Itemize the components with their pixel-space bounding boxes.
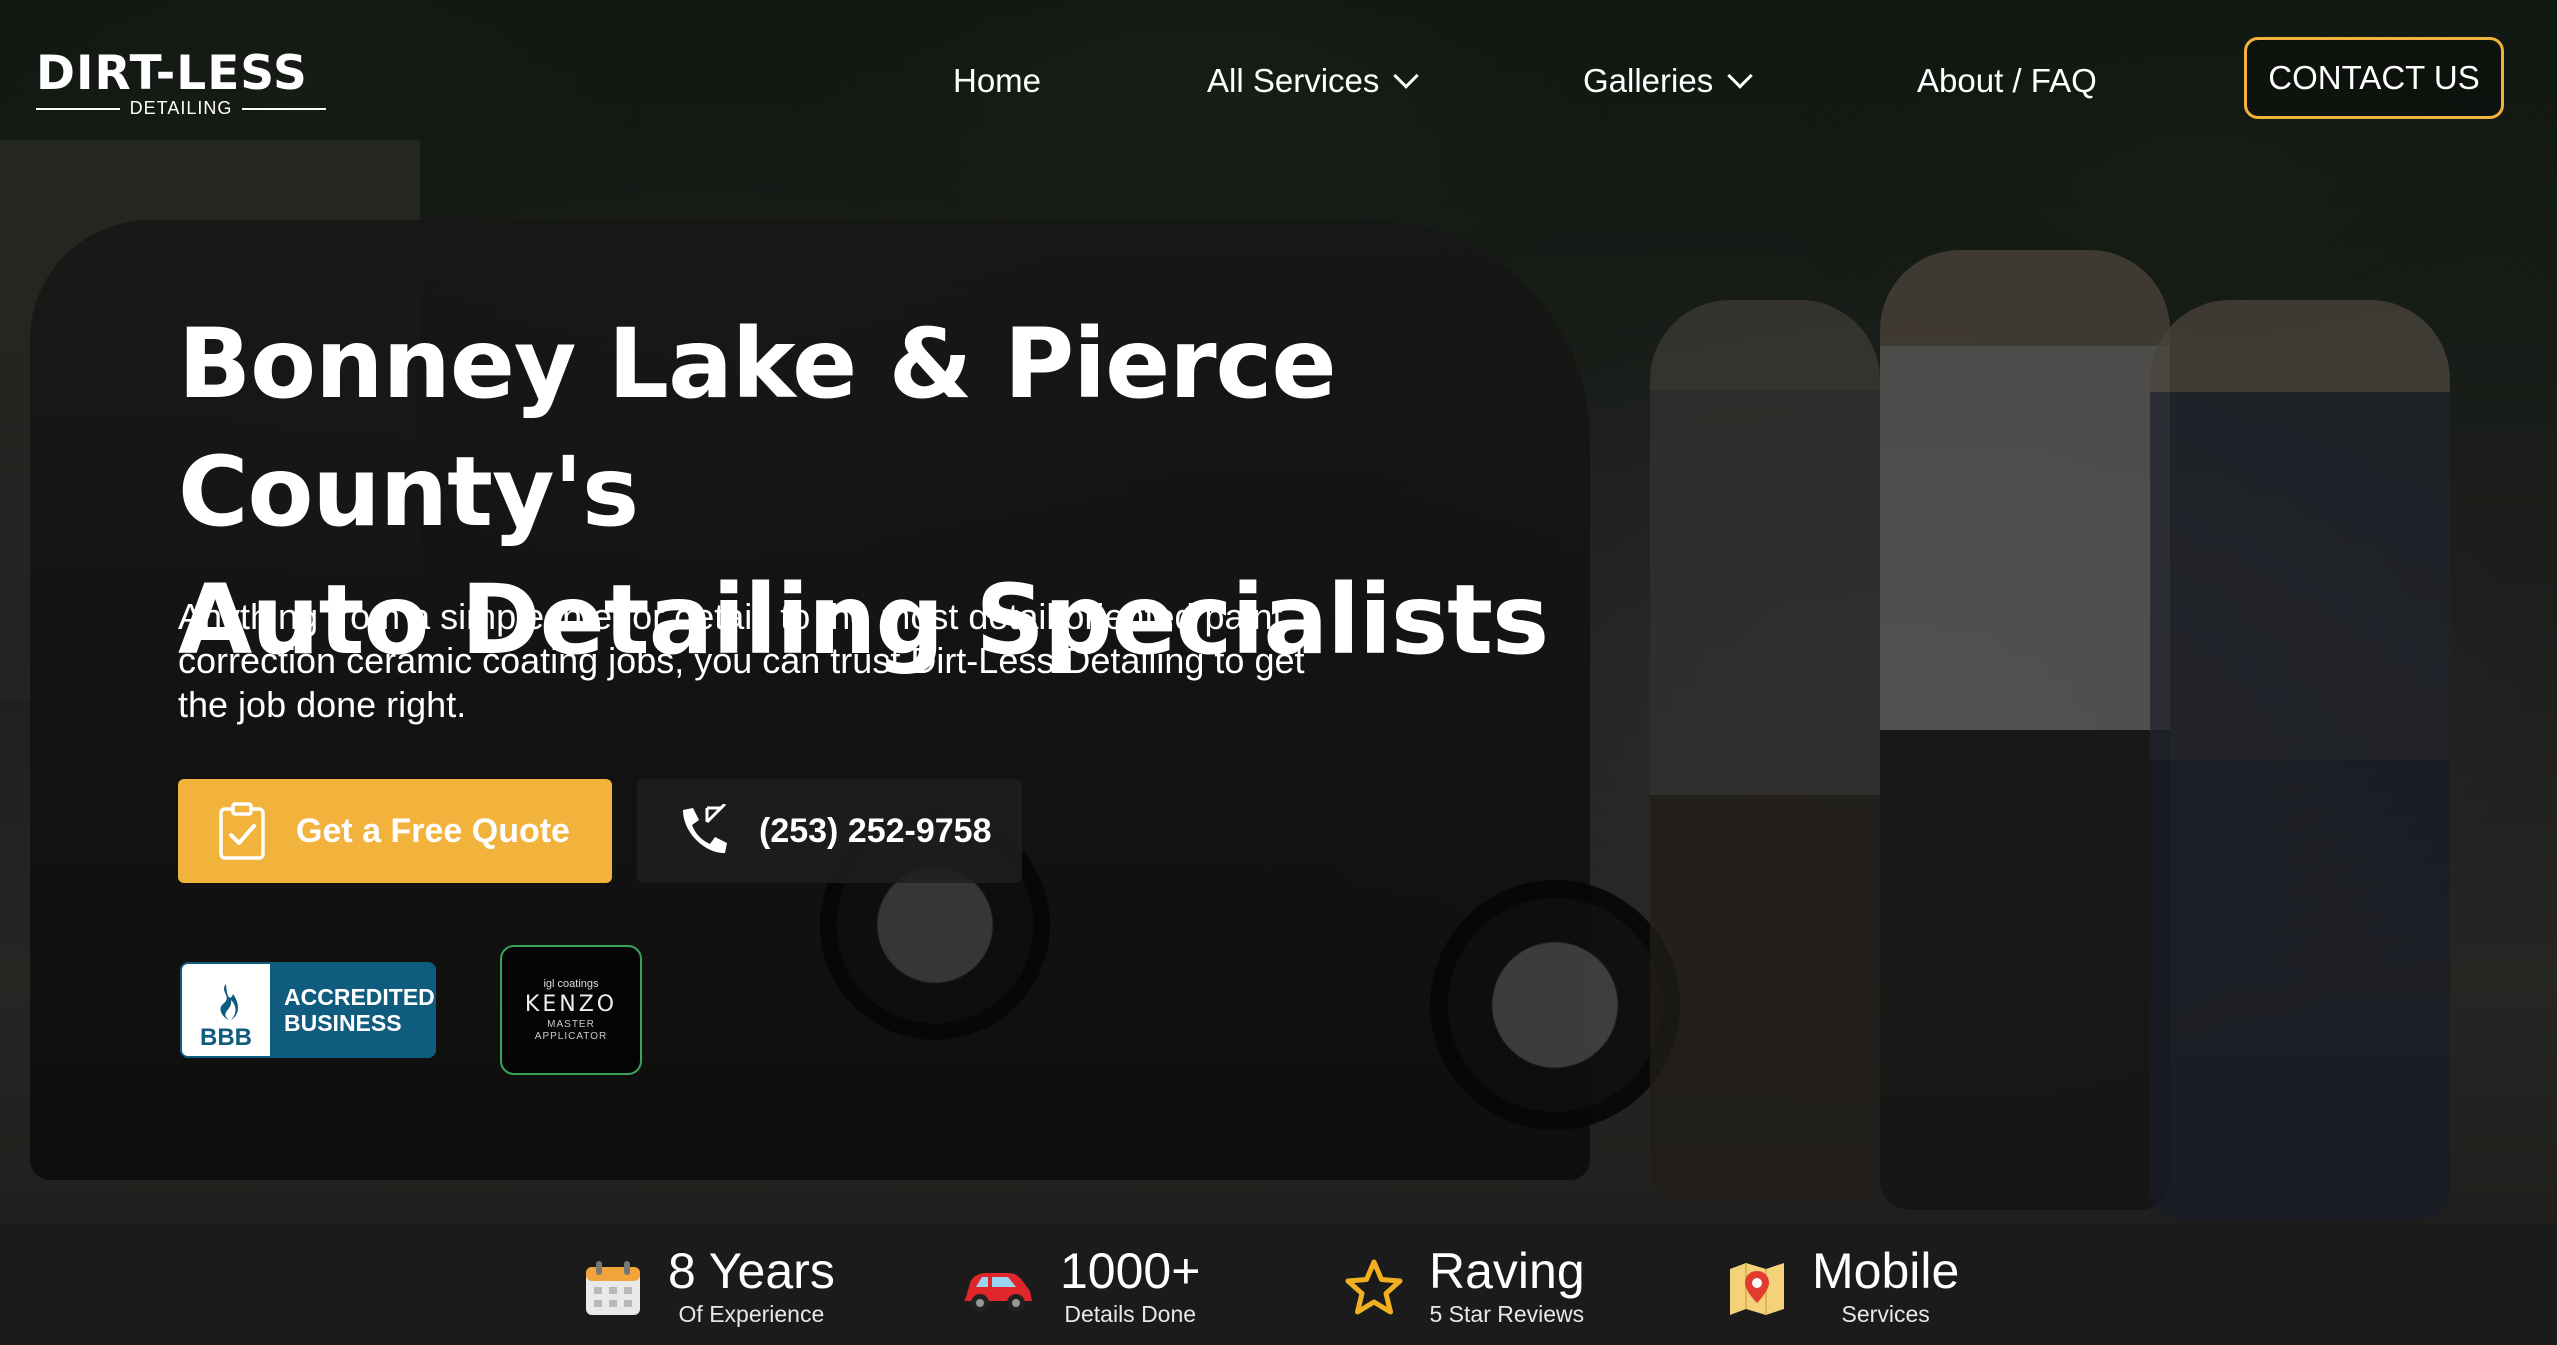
phone-icon bbox=[683, 804, 727, 854]
nav-home[interactable]: Home bbox=[953, 56, 1041, 106]
nav-about-faq[interactable]: About / FAQ bbox=[1917, 56, 2097, 106]
nav-all-services-label: All Services bbox=[1207, 62, 1380, 99]
nav-all-services[interactable]: All Services bbox=[1207, 56, 1420, 106]
kenzo-brand: igl coatings bbox=[543, 977, 599, 990]
get-free-quote-button[interactable]: Get a Free Quote bbox=[178, 779, 612, 883]
stat-value: 1000+ bbox=[1060, 1243, 1201, 1299]
chevron-down-icon bbox=[1393, 63, 1420, 89]
kenzo-title-line-2: APPLICATOR bbox=[534, 1030, 608, 1042]
get-free-quote-label: Get a Free Quote bbox=[296, 811, 570, 850]
map-pin-icon bbox=[1730, 1263, 1784, 1315]
contact-us-label: CONTACT US bbox=[2268, 59, 2480, 96]
phone-number-label: (253) 252-9758 bbox=[759, 811, 992, 850]
chevron-down-icon bbox=[1727, 63, 1753, 89]
contact-us-button[interactable]: CONTACT US bbox=[2244, 37, 2504, 119]
car-icon bbox=[964, 1273, 1032, 1312]
nav-galleries-label: Galleries bbox=[1583, 62, 1714, 99]
bbb-accredited-badge[interactable]: BBB ACCREDITED BUSINESS bbox=[180, 962, 436, 1058]
kenzo-title-line-1: MASTER bbox=[547, 1018, 595, 1030]
bbb-torch-icon bbox=[220, 984, 238, 1020]
stat-value: Mobile bbox=[1812, 1243, 1960, 1299]
kenzo-name: KENZO bbox=[524, 991, 618, 1017]
logo-subline: DETAILING bbox=[36, 98, 326, 119]
calendar-icon bbox=[586, 1261, 640, 1315]
site-logo[interactable]: DIRT-LESS DETAILING bbox=[36, 48, 326, 118]
bbb-text: ACCREDITED BUSINESS bbox=[270, 984, 435, 1036]
stat-value: 8 Years bbox=[668, 1243, 835, 1299]
clipboard-check-icon bbox=[219, 802, 265, 860]
stat-caption: 5 Star Reviews bbox=[1429, 1301, 1585, 1327]
stat-experience: 8 Years Of Experience bbox=[582, 1243, 835, 1333]
bbb-logo: BBB bbox=[182, 964, 270, 1056]
logo-wordmark: DIRT-LESS bbox=[36, 46, 308, 101]
stat-details-text: 1000+ Details Done bbox=[1060, 1243, 1200, 1329]
stat-experience-text: 8 Years Of Experience bbox=[668, 1243, 835, 1329]
stats-bar bbox=[0, 1223, 2557, 1345]
logo-subtitle: DETAILING bbox=[129, 98, 233, 118]
bbb-line-2: BUSINESS bbox=[284, 1010, 402, 1036]
kenzo-title: MASTER APPLICATOR bbox=[535, 1019, 607, 1043]
stat-value: Raving bbox=[1429, 1243, 1585, 1299]
bbb-line-1: ACCREDITED bbox=[284, 984, 435, 1010]
nav-about-faq-label: About / FAQ bbox=[1917, 62, 2097, 99]
stat-caption: Of Experience bbox=[678, 1301, 825, 1327]
kenzo-master-applicator-badge[interactable]: igl coatings KENZO MASTER APPLICATOR bbox=[500, 945, 642, 1075]
stat-caption: Services bbox=[1841, 1301, 1930, 1327]
stat-details: 1000+ Details Done bbox=[960, 1243, 1200, 1333]
stat-reviews: Raving 5 Star Reviews bbox=[1343, 1243, 1585, 1333]
stat-caption: Details Done bbox=[1064, 1301, 1197, 1327]
bbb-mark: BBB bbox=[200, 1024, 252, 1051]
stat-mobile: Mobile Services bbox=[1726, 1243, 1959, 1333]
hero-description: Anything from a simple interior detail, … bbox=[178, 596, 1305, 725]
logo-rule-right bbox=[242, 107, 326, 110]
nav-galleries[interactable]: Galleries bbox=[1583, 56, 1753, 106]
stat-mobile-text: Mobile Services bbox=[1812, 1243, 1959, 1329]
headline-line-1: Bonney Lake & Pierce County's bbox=[178, 308, 1337, 548]
star-icon bbox=[1345, 1259, 1403, 1315]
logo-rule-left bbox=[36, 107, 120, 110]
call-phone-button[interactable]: (253) 252-9758 bbox=[637, 779, 1022, 883]
stat-reviews-text: Raving 5 Star Reviews bbox=[1429, 1243, 1585, 1329]
nav-home-label: Home bbox=[953, 62, 1042, 99]
